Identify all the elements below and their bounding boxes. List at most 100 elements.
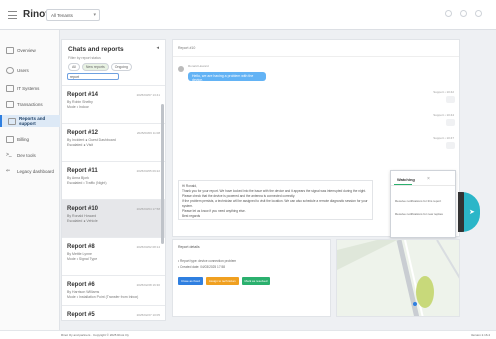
report-date: 2025/03/02 08:14 — [136, 245, 160, 249]
sidebar-item-label: Legacy dashboard — [17, 168, 55, 174]
sidebar-item-label: Users — [17, 67, 29, 73]
report-card[interactable]: Report #14 2025/03/07 13:41 By Robin She… — [62, 85, 165, 123]
report-card[interactable]: Report #8 2025/03/02 08:14 By Mettle Lyn… — [62, 237, 165, 275]
top-bar: Rinot All Tenants ▾ — [0, 0, 496, 30]
report-date: 2025/03/07 13:41 — [136, 93, 160, 97]
list-scrollbar[interactable] — [161, 104, 164, 244]
sidebar-item-dev-tools[interactable]: >_ Dev tools — [6, 149, 60, 161]
send-button[interactable]: ➤ — [458, 192, 480, 232]
report-card[interactable]: Report #12 2025/03/06 11:08 By Incident … — [62, 123, 165, 161]
report-author: By Robin Shelby — [67, 100, 93, 104]
chevron-down-icon: ▾ — [93, 12, 96, 18]
report-tag: Escalated ● Vehicle — [67, 219, 98, 223]
report-author: By Anna Bjork — [67, 176, 89, 180]
report-author: By Harrison Williams — [67, 290, 100, 294]
hamburger-menu-icon[interactable] — [8, 11, 17, 19]
reports-list-panel: Chats and reports ◂ Filter by report sta… — [61, 39, 166, 321]
report-details-panel: Report details • Report type: device con… — [172, 239, 331, 317]
reply-meta: Support • 10:47 — [433, 136, 454, 140]
message-bubble: Hello, we are having a problem with the … — [188, 72, 266, 82]
sidebar-item-transactions[interactable]: Transactions — [6, 98, 60, 110]
help-icon[interactable] — [460, 10, 467, 17]
sidebar-item-reports[interactable]: Reports and support — [0, 115, 60, 127]
close-icon[interactable]: × — [427, 176, 430, 182]
sidebar-item-label: IT Systems — [17, 85, 40, 91]
search-input[interactable]: report — [67, 73, 119, 80]
watching-title: Watching — [397, 177, 415, 182]
sidebar-item-legacy[interactable]: ⇐ Legacy dashboard — [6, 165, 60, 177]
watch-option[interactable]: Receive notifications for new replies — [395, 212, 443, 216]
assign-technician-button[interactable]: Assign to technician — [205, 277, 239, 285]
footer-version: Version 2.16.4 — [470, 333, 490, 337]
send-icon: ➤ — [469, 209, 475, 216]
users-icon — [6, 66, 14, 74]
report-date: 2025/02/28 16:30 — [136, 283, 160, 287]
sidebar-item-it-systems[interactable]: IT Systems — [6, 82, 60, 94]
sidebar: Overview Users IT Systems Transactions R… — [0, 30, 60, 330]
filter-new[interactable]: New reports — [81, 63, 109, 71]
reply-bubble — [446, 119, 455, 126]
watching-popover: Watching × Receive notifications for thi… — [390, 170, 456, 238]
report-card-selected[interactable]: Report #10 2025/03/04 17:58 By Ronald Ho… — [62, 199, 165, 237]
mark-resolved-button[interactable]: Mark as resolved — [241, 277, 271, 285]
sidebar-item-users[interactable]: Users — [6, 64, 60, 76]
reply-meta: Support • 10:44 — [433, 113, 454, 117]
code-icon: >_ — [6, 151, 12, 158]
report-date: 2025/02/27 10:05 — [136, 313, 160, 317]
top-actions — [445, 10, 482, 17]
sidebar-item-overview[interactable]: Overview — [6, 44, 60, 56]
divider — [173, 56, 459, 57]
transactions-icon — [6, 100, 14, 108]
tenant-select-value: All Tenants — [51, 13, 73, 18]
sidebar-item-label: Overview — [17, 47, 36, 53]
report-date: 2025/03/04 17:58 — [136, 207, 160, 211]
filter-all[interactable]: All — [68, 63, 80, 71]
sidebar-item-label: Transactions — [17, 101, 43, 107]
report-card[interactable]: Report #11 2025/03/05 09:22 By Anna Bjor… — [62, 161, 165, 199]
sidebar-item-label: Billing — [17, 136, 30, 142]
details-title: Report details — [178, 245, 200, 249]
chat-title: Report #10 — [178, 46, 196, 50]
map-graphic — [337, 240, 459, 316]
overview-icon — [6, 46, 14, 54]
report-tag: Escalated ● Visit — [67, 143, 93, 147]
report-author: By Ronald Howard — [67, 214, 97, 218]
report-date: 2025/03/05 09:22 — [136, 169, 160, 173]
text-line: Best regards — [182, 214, 201, 218]
sidebar-item-billing[interactable]: Billing — [6, 133, 60, 145]
billing-icon — [6, 135, 14, 143]
report-date: 2025/03/06 11:08 — [136, 131, 160, 135]
collapse-icon[interactable]: ◂ — [156, 45, 159, 51]
report-tag: Mode • Installation Point (Transfer from… — [67, 295, 139, 299]
close-fixed-button[interactable]: Close as fixed — [178, 277, 203, 285]
report-tag: Mode • Indoor — [67, 105, 89, 109]
brand-logo[interactable]: Rinot — [23, 9, 49, 20]
filter-ongoing[interactable]: Ongoing — [110, 63, 132, 71]
report-author: By Incident ● Guest Dashboard — [67, 138, 116, 142]
details-line: • Created date: 04/03/2025 17:58 — [178, 265, 226, 269]
user-avatar-icon[interactable] — [475, 10, 482, 17]
panel-title: Chats and reports — [68, 46, 124, 53]
details-line: • Report type: device connection problem — [178, 259, 237, 263]
reply-bubble — [446, 96, 455, 103]
systems-icon — [6, 84, 14, 92]
text-line: If the problem persists, a technician wi… — [182, 199, 368, 208]
back-arrow-icon: ⇐ — [6, 167, 11, 174]
footer: Rinot Oy and partners · Copyright © 2025… — [0, 330, 496, 339]
report-card[interactable]: Report #5 2025/02/27 10:05 — [62, 305, 165, 320]
report-tag: Mode • Signal Type — [67, 257, 98, 261]
sidebar-item-label: Reports and support — [19, 116, 46, 126]
details-actions: Close as fixed Assign to technician Mark… — [178, 277, 271, 285]
footer-copyright: Rinot Oy and partners · Copyright © 2025… — [61, 333, 129, 337]
reply-meta: Support • 10:42 — [433, 90, 454, 94]
watch-option[interactable]: Receive notifications for this report — [395, 199, 441, 203]
sidebar-item-label: Dev tools — [17, 152, 36, 158]
notification-icon[interactable] — [445, 10, 452, 17]
report-tag: Escalated • Traffic (Night) — [67, 181, 107, 185]
filter-hint: Filter by report status — [68, 56, 101, 60]
active-tab-indicator — [394, 184, 412, 185]
reply-textarea[interactable]: Hi Ronald, Thank you for your report. We… — [178, 180, 373, 220]
reports-icon — [8, 117, 16, 125]
location-map[interactable] — [336, 239, 460, 317]
tenant-select[interactable]: All Tenants ▾ — [46, 9, 100, 21]
